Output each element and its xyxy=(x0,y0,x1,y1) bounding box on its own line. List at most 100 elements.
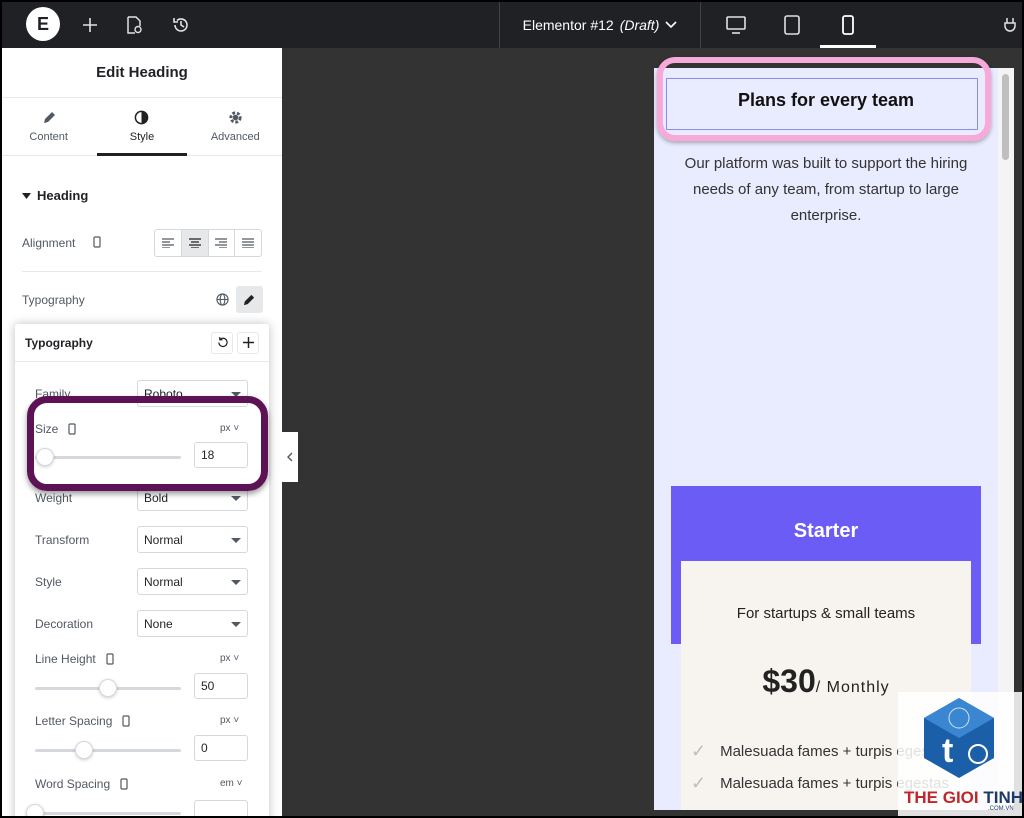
plus-icon xyxy=(83,18,97,32)
price-currency: $ xyxy=(762,663,781,699)
elementor-logo[interactable]: E xyxy=(26,7,60,41)
check-icon: ✓ xyxy=(691,741,707,761)
style-select[interactable]: Normal xyxy=(137,568,248,595)
align-right-icon xyxy=(215,238,228,248)
word-spacing-label-text: Word Spacing xyxy=(35,777,111,791)
reset-button[interactable] xyxy=(211,331,233,354)
responsive-mobile-icon[interactable] xyxy=(120,778,128,790)
collapse-panel-button[interactable] xyxy=(282,432,298,482)
panel-tabs: Content Style Advanced xyxy=(2,98,282,156)
device-desktop-button[interactable] xyxy=(708,2,764,48)
word-spacing-slider-handle[interactable] xyxy=(26,804,44,816)
style-label-text: Style xyxy=(35,575,62,589)
responsive-mobile-icon[interactable] xyxy=(93,236,101,248)
align-left-button[interactable] xyxy=(155,230,182,256)
history-icon xyxy=(173,18,188,32)
line-height-input[interactable]: 50 xyxy=(194,673,248,699)
word-spacing-label: Word Spacing xyxy=(35,777,128,791)
responsive-mobile-icon[interactable] xyxy=(106,653,114,665)
caret-down-icon xyxy=(22,192,31,199)
align-justify-icon xyxy=(242,238,255,248)
thegioitinhoc-logo-icon: t xyxy=(924,698,994,778)
tab-content[interactable]: Content xyxy=(2,98,95,155)
word-spacing-slider[interactable] xyxy=(26,804,181,816)
align-center-icon xyxy=(188,238,201,248)
pencil-icon xyxy=(243,294,255,306)
line-height-unit-select[interactable]: px ˅ xyxy=(220,653,239,664)
decoration-label-text: Decoration xyxy=(35,617,94,631)
svg-text:t: t xyxy=(942,732,953,770)
typography-label: Typography xyxy=(22,293,85,307)
weight-label-text: Weight xyxy=(35,491,73,505)
popover-actions xyxy=(211,331,259,354)
preview-scrollbar-thumb[interactable] xyxy=(1002,74,1009,160)
price-amount: 30 xyxy=(780,663,816,699)
history-button[interactable] xyxy=(163,7,199,43)
letter-spacing-input[interactable]: 0 xyxy=(194,735,248,761)
align-justify-button[interactable] xyxy=(235,230,261,256)
word-spacing-unit-select[interactable]: em ˅ xyxy=(220,778,243,789)
top-bar: E Elementor #12 (Draft) xyxy=(2,2,1022,48)
tab-advanced[interactable]: Advanced xyxy=(189,98,282,155)
document-title-dropdown[interactable]: Elementor #12 (Draft) xyxy=(499,2,701,48)
editor-window: E Elementor #12 (Draft) Edit Heading Con… xyxy=(2,2,1022,816)
global-typography-button[interactable] xyxy=(209,286,236,313)
line-height-label: Line Height xyxy=(35,652,114,666)
line-height-label-text: Line Height xyxy=(35,652,96,666)
page-settings-button[interactable] xyxy=(116,7,152,43)
check-icon: ✓ xyxy=(691,773,707,793)
price-period: / Monthly xyxy=(815,679,890,696)
responsive-mobile-icon[interactable] xyxy=(122,715,130,727)
add-element-button[interactable] xyxy=(72,7,108,43)
watermark-text-b: TINHOC xyxy=(983,788,1024,807)
more-button[interactable] xyxy=(998,7,1022,43)
transform-select[interactable]: Normal xyxy=(137,526,248,553)
transform-label-text: Transform xyxy=(35,533,90,547)
panel-title: Edit Heading xyxy=(2,48,282,98)
line-height-unit-text: px xyxy=(220,653,231,664)
divider xyxy=(22,271,262,272)
weight-label: Weight xyxy=(35,491,72,505)
tab-style[interactable]: Style xyxy=(95,98,188,156)
document-status: (Draft) xyxy=(619,17,660,33)
align-left-icon xyxy=(161,238,174,248)
add-button[interactable] xyxy=(237,331,259,354)
pencil-icon xyxy=(43,111,55,123)
plus-icon xyxy=(242,337,254,348)
decoration-label: Decoration xyxy=(35,617,93,631)
size-highlight-annotation xyxy=(27,396,268,491)
globe-icon xyxy=(216,293,229,306)
reset-icon xyxy=(217,337,228,348)
letter-spacing-unit-text: px xyxy=(220,715,231,726)
align-center-button[interactable] xyxy=(181,230,209,256)
edit-typography-button[interactable] xyxy=(236,286,263,313)
letter-spacing-label: Letter Spacing xyxy=(35,714,130,728)
align-right-button[interactable] xyxy=(209,230,236,256)
device-mobile-button[interactable] xyxy=(820,2,876,48)
preview-description[interactable]: Our platform was built to support the hi… xyxy=(666,151,986,229)
tab-style-label: Style xyxy=(129,131,155,143)
pricing-card-subtitle[interactable]: For startups & small teams xyxy=(681,605,971,622)
line-height-slider-handle[interactable] xyxy=(99,679,117,697)
tab-advanced-label: Advanced xyxy=(210,131,260,143)
letter-spacing-unit-select[interactable]: px ˅ xyxy=(220,715,239,726)
chevron-left-icon xyxy=(287,452,293,462)
watermark-text-a: THE GIOI xyxy=(904,788,984,807)
device-tablet-button[interactable] xyxy=(764,2,820,48)
typography-actions xyxy=(209,286,263,313)
letter-spacing-slider-handle[interactable] xyxy=(75,741,93,759)
contrast-icon xyxy=(135,110,149,125)
line-height-slider[interactable] xyxy=(35,679,181,697)
pricing-card-title[interactable]: Starter xyxy=(671,520,981,543)
section-title: Heading xyxy=(37,188,89,203)
letter-spacing-slider[interactable] xyxy=(35,741,181,759)
heading-highlight-annotation xyxy=(657,57,991,141)
decoration-select[interactable]: None xyxy=(137,610,248,637)
word-spacing-input[interactable] xyxy=(194,800,248,816)
tablet-icon xyxy=(784,15,800,35)
section-heading-toggle[interactable]: Heading xyxy=(22,188,88,203)
document-title: Elementor #12 xyxy=(522,17,614,33)
gear-icon xyxy=(229,111,242,124)
alignment-label: Alignment xyxy=(22,236,76,250)
document-settings-icon xyxy=(127,16,142,34)
